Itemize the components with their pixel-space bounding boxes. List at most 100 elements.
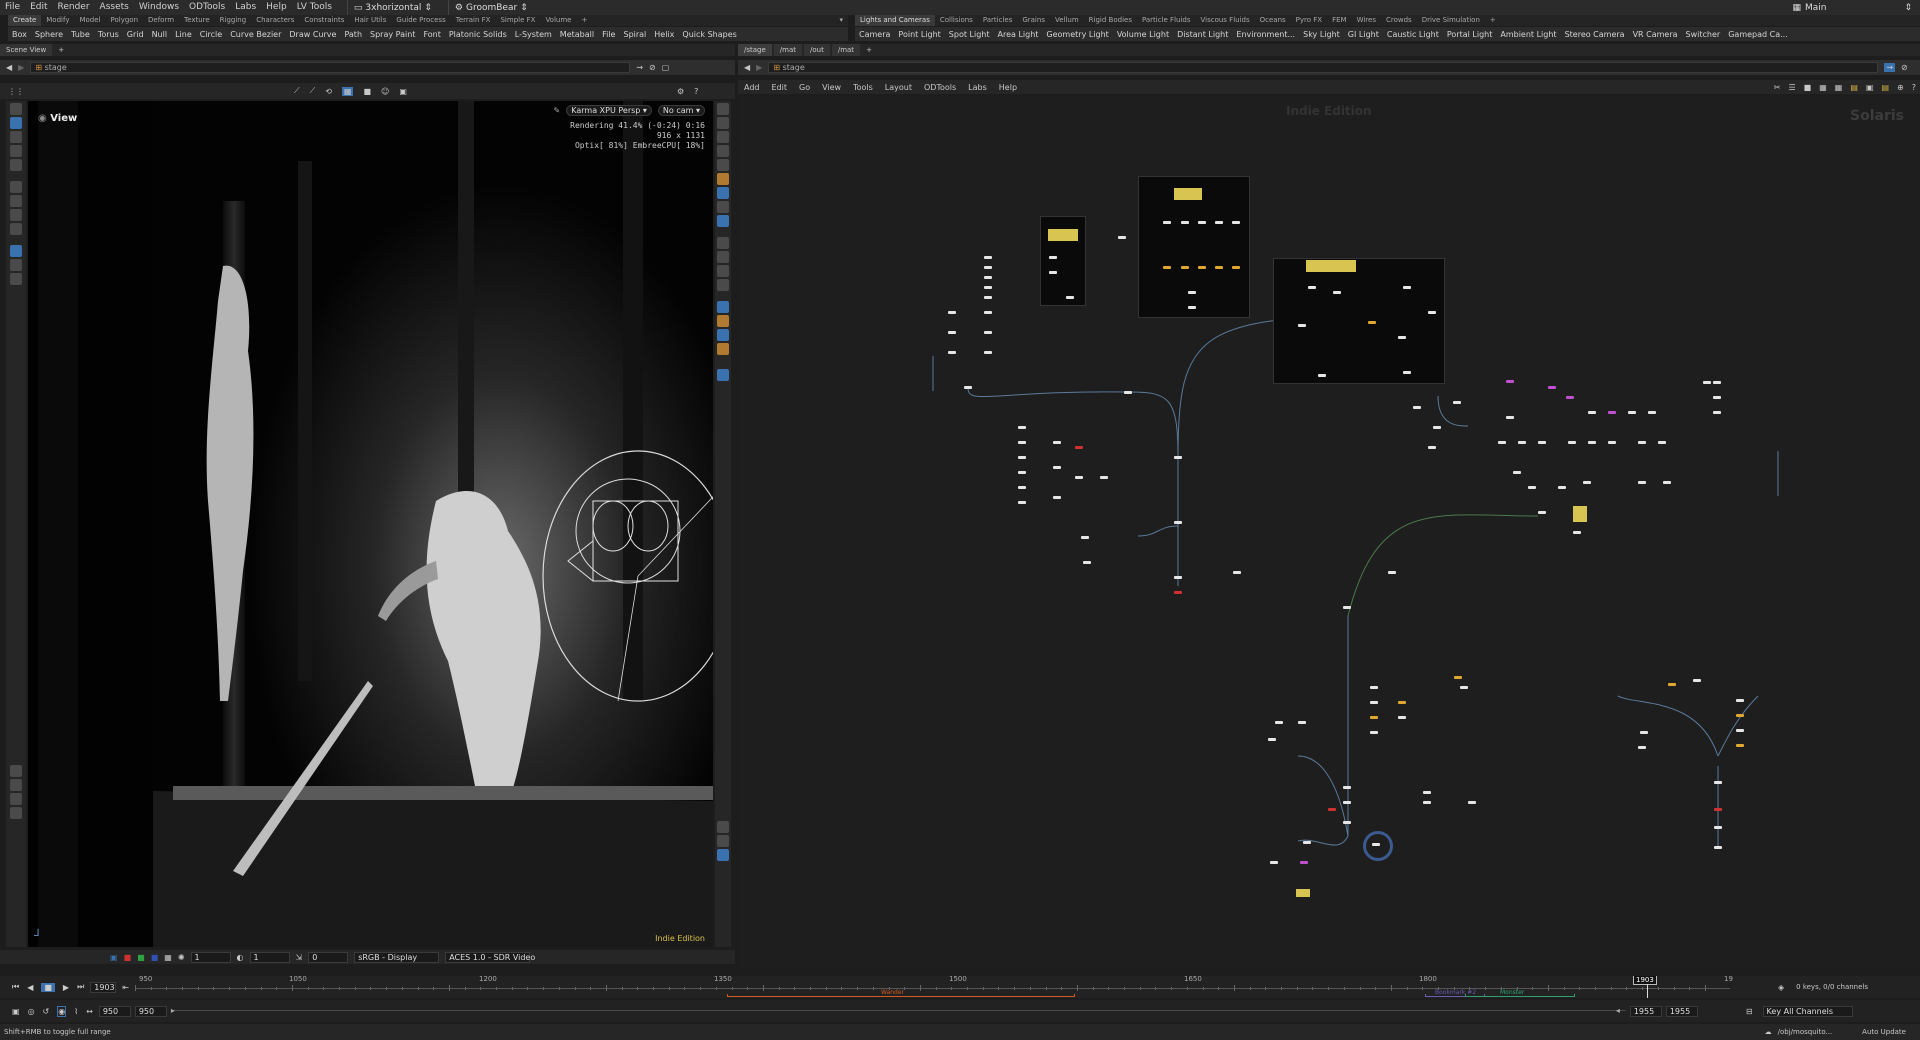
- node[interactable]: [1628, 411, 1636, 414]
- node[interactable]: [1198, 266, 1206, 269]
- node[interactable]: [1736, 699, 1744, 702]
- tool-helix[interactable]: Helix: [650, 30, 678, 39]
- node[interactable]: [1608, 411, 1616, 414]
- sticky-note[interactable]: [1296, 889, 1310, 897]
- shelf-tab-particles[interactable]: Particles: [978, 15, 1018, 26]
- node[interactable]: [1215, 266, 1223, 269]
- mode-e-icon[interactable]: [717, 301, 729, 313]
- node[interactable]: [1413, 406, 1421, 409]
- node[interactable]: [1506, 380, 1514, 383]
- node[interactable]: [1638, 746, 1646, 749]
- network-menu-layout[interactable]: Layout: [879, 83, 918, 92]
- scene-path-field[interactable]: ⊞ stage: [30, 62, 631, 73]
- node[interactable]: [1232, 266, 1240, 269]
- node[interactable]: [1083, 561, 1091, 564]
- node[interactable]: [1174, 576, 1182, 579]
- node[interactable]: [984, 331, 992, 334]
- lut-icon[interactable]: ⇲: [296, 953, 303, 962]
- node[interactable]: [1736, 714, 1744, 717]
- tool-caustic-light[interactable]: Caustic Light: [1383, 30, 1443, 39]
- node[interactable]: [1100, 476, 1108, 479]
- tab-mat[interactable]: /mat: [773, 44, 803, 56]
- tool-file[interactable]: File: [598, 30, 619, 39]
- shelf-tab-rigging[interactable]: Rigging: [215, 15, 252, 26]
- node[interactable]: [1075, 476, 1083, 479]
- snap-grid-icon[interactable]: ▦: [341, 86, 354, 96]
- pin-icon[interactable]: ⇝: [636, 63, 643, 72]
- node[interactable]: [948, 331, 956, 334]
- gamma-icon[interactable]: ◐: [237, 953, 244, 962]
- node[interactable]: [1233, 571, 1241, 574]
- node[interactable]: [1433, 426, 1441, 429]
- node[interactable]: [1548, 386, 1556, 389]
- node[interactable]: [1714, 846, 1722, 849]
- network-menu-help[interactable]: Help: [993, 83, 1023, 92]
- add-shelf-icon[interactable]: +: [576, 15, 592, 26]
- shelf-tab-texture[interactable]: Texture: [179, 15, 215, 26]
- shelf-tab-lights-and-cameras[interactable]: Lights and Cameras: [855, 15, 935, 26]
- image-icon[interactable]: ▣: [1862, 83, 1878, 92]
- node[interactable]: [1388, 571, 1396, 574]
- node[interactable]: [1453, 401, 1461, 404]
- persp-view-icon[interactable]: [717, 103, 729, 115]
- shelf-tab-crowds[interactable]: Crowds: [1381, 15, 1417, 26]
- bottom-b-icon[interactable]: [717, 835, 729, 847]
- node[interactable]: [1428, 311, 1436, 314]
- display-options-icon[interactable]: ⚙: [677, 87, 684, 96]
- tool-grid[interactable]: Grid: [123, 30, 148, 39]
- tool-sphere[interactable]: Sphere: [31, 30, 67, 39]
- camera-view-icon[interactable]: [717, 159, 729, 171]
- shading-icon[interactable]: [717, 201, 729, 213]
- shading-b-icon[interactable]: [717, 215, 729, 227]
- node[interactable]: [1174, 521, 1182, 524]
- menu-assets[interactable]: Assets: [95, 0, 134, 15]
- shelf-tab-model[interactable]: Model: [74, 15, 105, 26]
- node[interactable]: [984, 266, 992, 269]
- network-menu-edit[interactable]: Edit: [766, 83, 794, 92]
- viewport[interactable]: ◉ View ✎ Karma XPU Persp ▾ No cam ▾ Rend…: [28, 101, 713, 947]
- menu-lv-tools[interactable]: LV Tools: [292, 0, 337, 15]
- bottom-tool-b-icon[interactable]: [10, 779, 22, 791]
- tool-spray-paint[interactable]: Spray Paint: [366, 30, 419, 39]
- node[interactable]: [1053, 441, 1061, 444]
- node[interactable]: [1368, 321, 1376, 324]
- bottom-tool-c-icon[interactable]: [10, 793, 22, 805]
- tool-geometry-light[interactable]: Geometry Light: [1042, 30, 1112, 39]
- selected-node-ring[interactable]: [1363, 831, 1393, 861]
- light-tool-icon[interactable]: [10, 273, 22, 285]
- node[interactable]: [1343, 606, 1351, 609]
- paint-icon[interactable]: [10, 131, 22, 143]
- mode-g-icon[interactable]: [717, 329, 729, 341]
- desktop-selector[interactable]: ▭ 3xhorizontal ⇕: [346, 0, 438, 15]
- node[interactable]: [1736, 729, 1744, 732]
- node[interactable]: [1423, 791, 1431, 794]
- tool-platonic-solids[interactable]: Platonic Solids: [445, 30, 511, 39]
- renderer-dropdown[interactable]: Karma XPU Persp ▾: [566, 105, 652, 116]
- node[interactable]: [1583, 481, 1591, 484]
- maximize-icon[interactable]: ▢: [662, 63, 670, 72]
- node[interactable]: [1713, 381, 1721, 384]
- rotate-tool-icon[interactable]: [10, 181, 22, 193]
- shelf-tab-modify[interactable]: Modify: [41, 15, 74, 26]
- node[interactable]: [1053, 496, 1061, 499]
- gamma-field[interactable]: 1: [249, 951, 290, 963]
- forward-arrow-icon[interactable]: ▶: [756, 63, 762, 72]
- node[interactable]: [1198, 221, 1206, 224]
- range-handle-left[interactable]: ▸: [171, 1006, 175, 1015]
- list-icon[interactable]: ☰: [1785, 83, 1800, 92]
- node[interactable]: [1658, 441, 1666, 444]
- camera-dropdown[interactable]: No cam ▾: [657, 105, 705, 116]
- add-tab-icon[interactable]: +: [862, 46, 876, 54]
- menu-help[interactable]: Help: [261, 0, 292, 15]
- node[interactable]: [1343, 786, 1351, 789]
- tool-spiral[interactable]: Spiral: [619, 30, 650, 39]
- add-shelf-icon[interactable]: +: [1485, 15, 1501, 26]
- network-menu-labs[interactable]: Labs: [962, 83, 993, 92]
- tool-sky-light[interactable]: Sky Light: [1299, 30, 1344, 39]
- shelf-tab-polygon[interactable]: Polygon: [106, 15, 144, 26]
- node[interactable]: [1372, 843, 1380, 846]
- node[interactable]: [1124, 391, 1132, 394]
- node[interactable]: [1275, 721, 1283, 724]
- node[interactable]: [984, 276, 992, 279]
- node[interactable]: [984, 296, 992, 299]
